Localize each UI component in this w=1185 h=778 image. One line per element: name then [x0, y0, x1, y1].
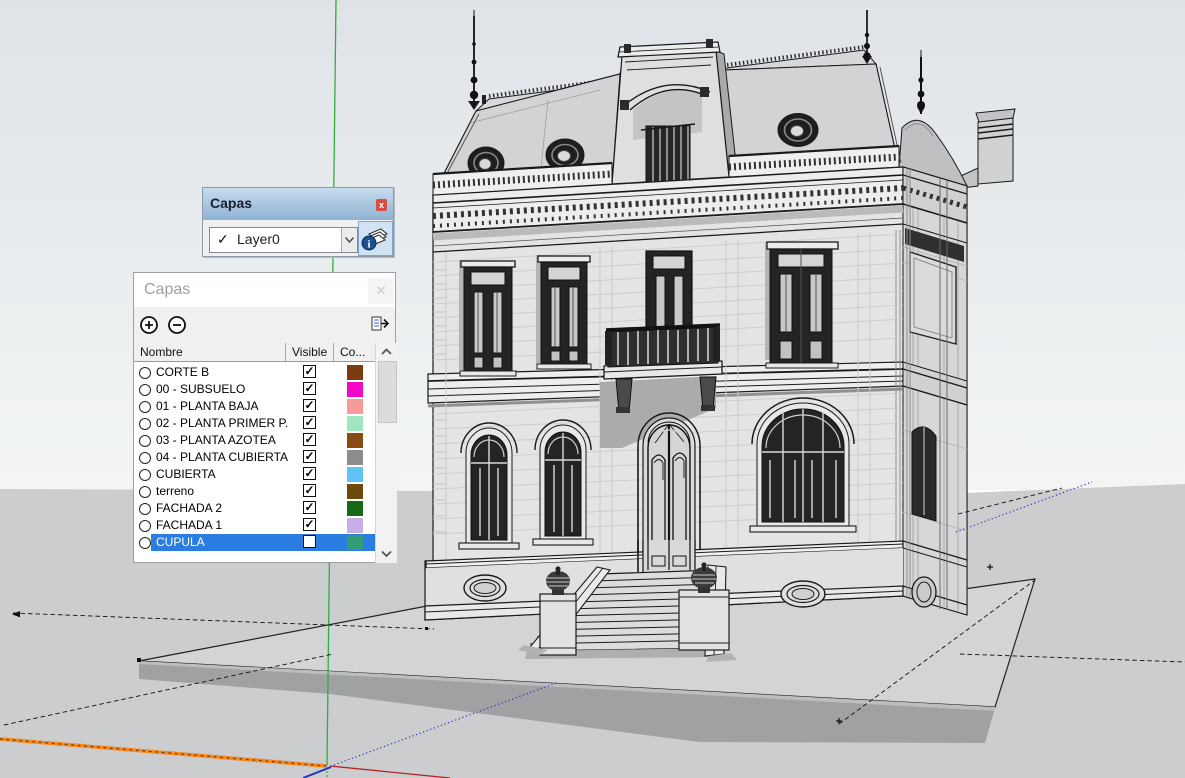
svg-text:i: i [367, 239, 370, 251]
